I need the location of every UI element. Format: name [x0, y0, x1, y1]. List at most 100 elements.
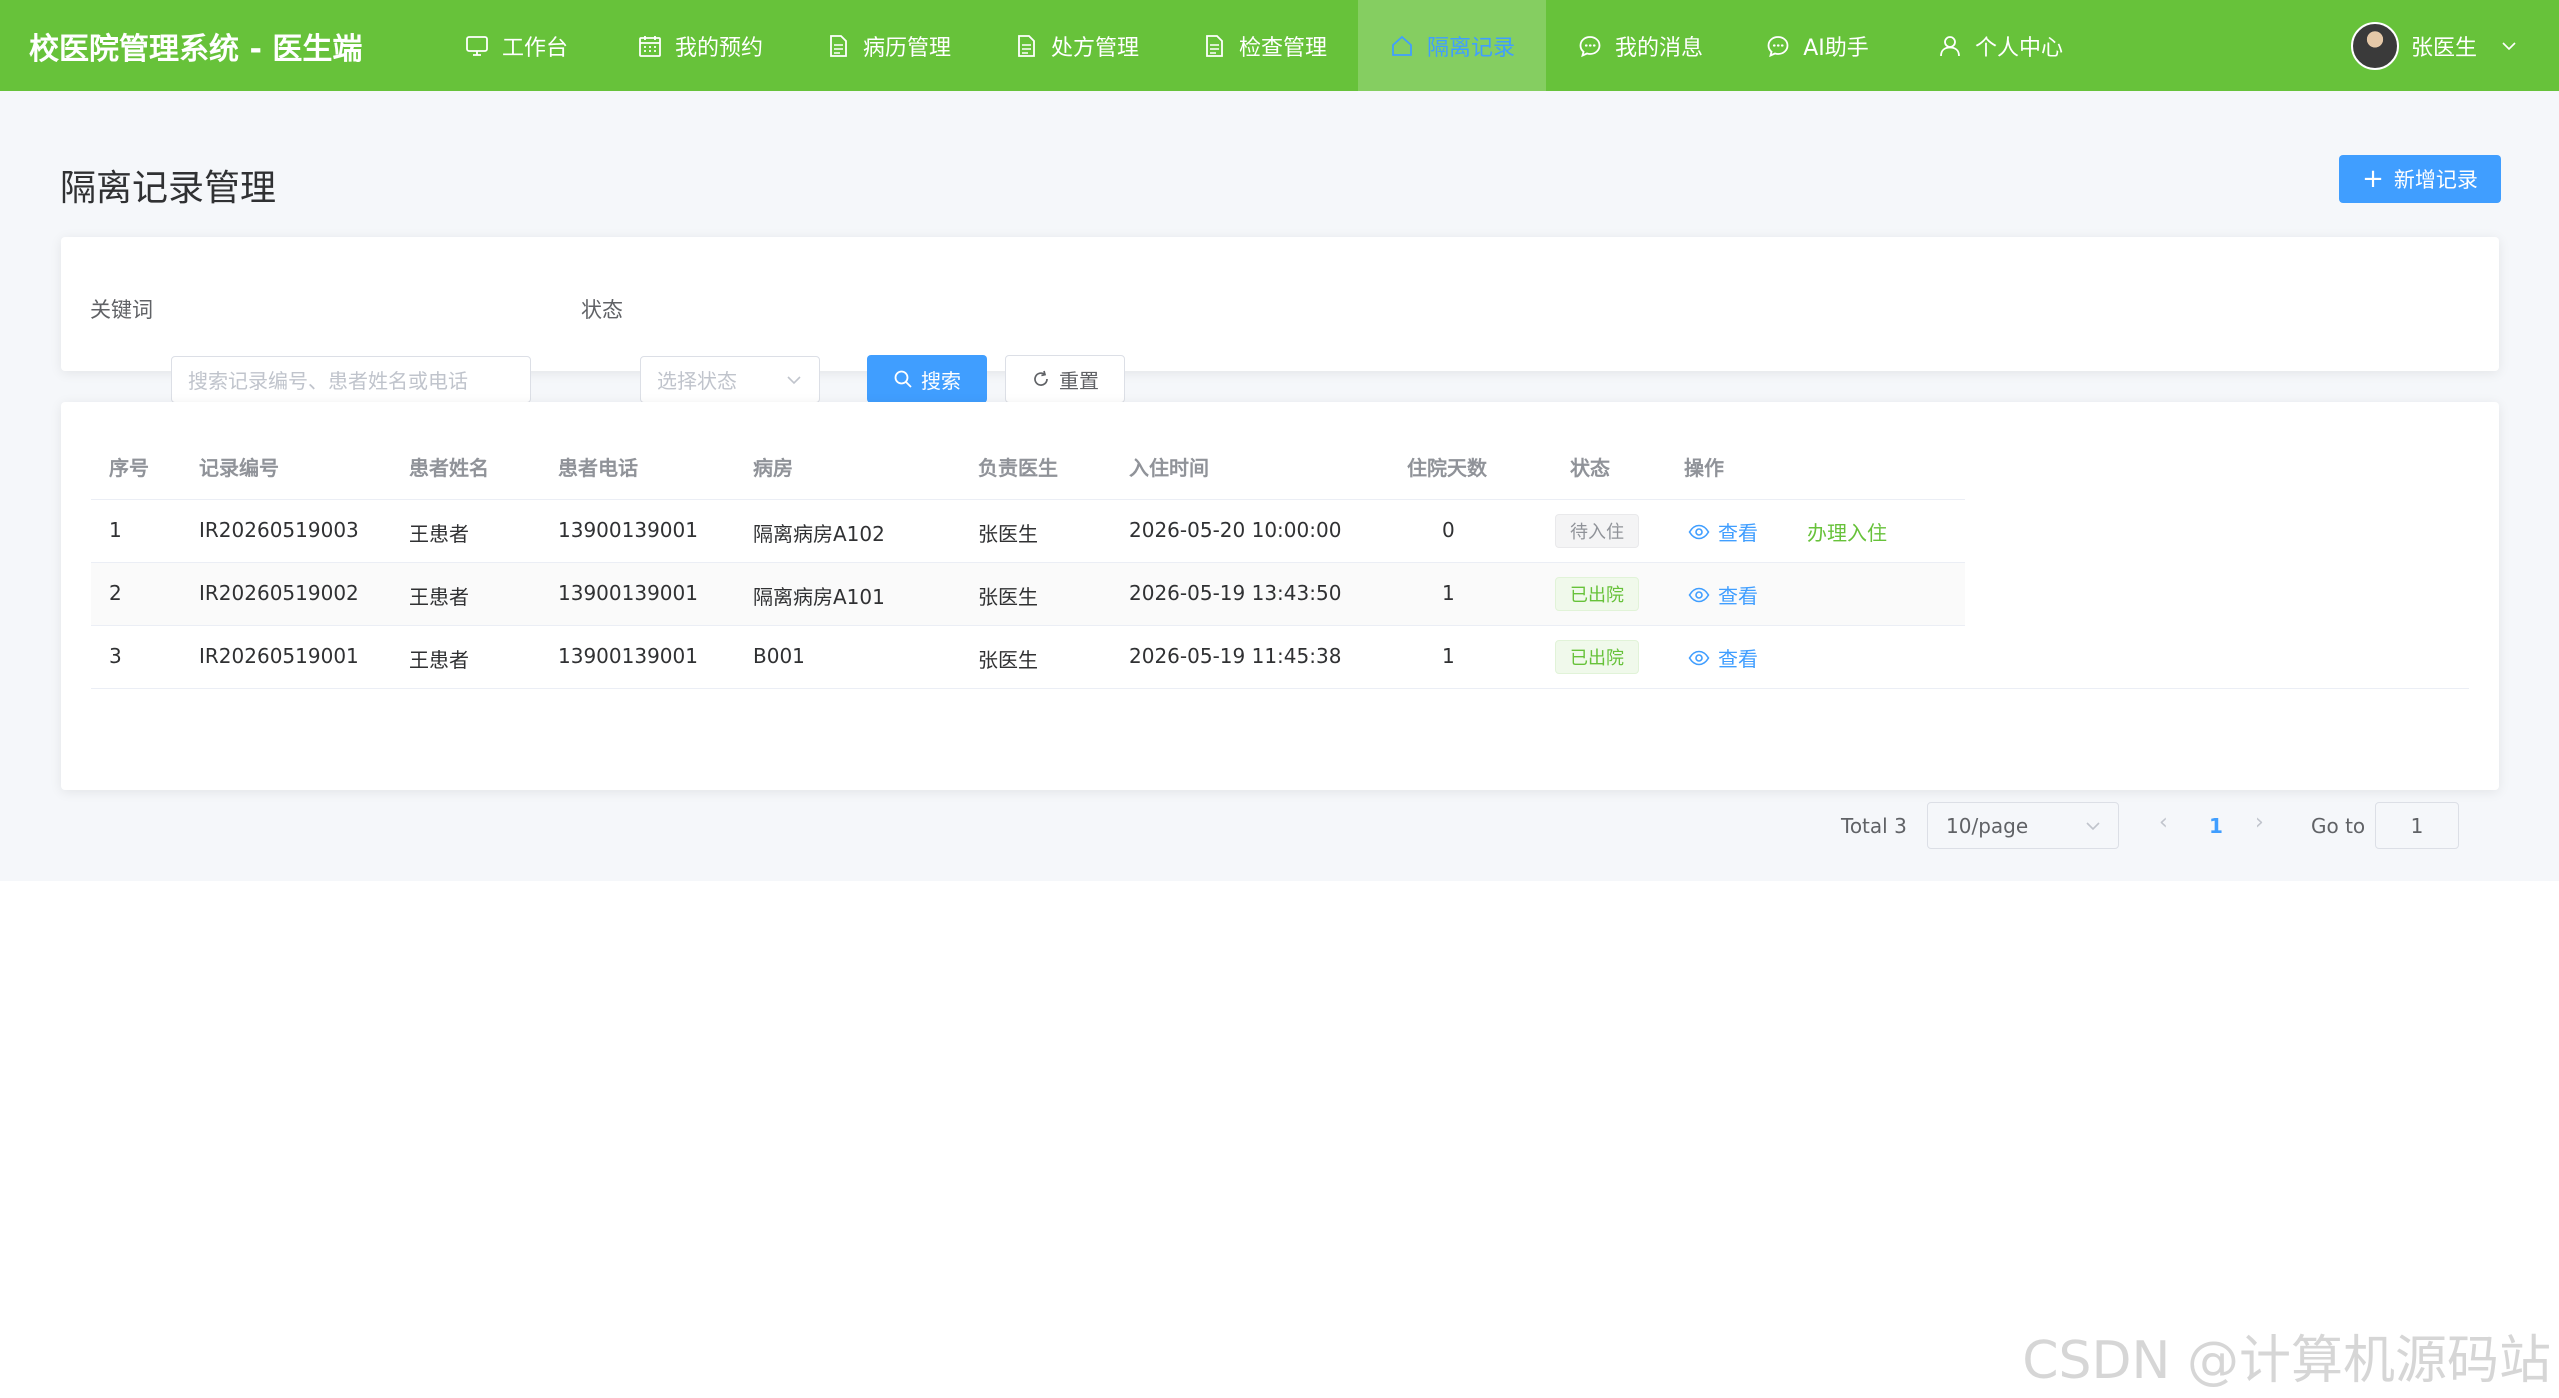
chat-icon [1765, 33, 1791, 59]
nav-item-1[interactable]: 工作台 [426, 0, 606, 91]
cell-phone: 13900139001 [558, 644, 698, 668]
cell-patient: 王患者 [409, 522, 469, 546]
status-badge: 已出院 [1555, 577, 1639, 611]
nav-item-8[interactable]: AI助手 [1734, 0, 1900, 91]
cell-doctor: 张医生 [978, 585, 1038, 609]
cell-record-no: IR20260519002 [199, 581, 359, 605]
user-menu[interactable]: 张医生 [2350, 0, 2519, 91]
cell-checkin: 2026-05-19 13:43:50 [1129, 581, 1342, 605]
cell-doctor: 张医生 [978, 522, 1038, 546]
page-title: 隔离记录管理 [60, 168, 277, 209]
prev-page-button[interactable]: ‹ [2159, 810, 2168, 835]
document-icon [825, 33, 851, 59]
view-button[interactable]: 查看 [1688, 517, 1758, 546]
row-divider [91, 625, 1965, 626]
nav-item-label: 病历管理 [862, 35, 951, 61]
add-record-label: 新增记录 [2393, 168, 2478, 192]
chat-icon [1577, 33, 1603, 59]
avatar[interactable] [2350, 21, 2399, 70]
next-page-button[interactable]: › [2255, 810, 2264, 835]
page-size-value: 10/page [1946, 813, 2029, 838]
cell-days: 0 [1442, 518, 1455, 542]
nav-item-4[interactable]: 处方管理 [982, 0, 1170, 91]
cell-record-no: IR20260519001 [199, 644, 359, 668]
status-label: 状态 [581, 298, 623, 322]
view-button[interactable]: 查看 [1688, 643, 1758, 672]
status-placeholder: 选择状态 [657, 369, 737, 393]
nav-item-2[interactable]: 我的预约 [606, 0, 794, 91]
view-label: 查看 [1718, 647, 1758, 671]
chevron-down-icon [2086, 822, 2100, 831]
add-record-button[interactable]: + 新增记录 [2339, 155, 2501, 203]
watermark: CSDN @计算机源码站 [2022, 1331, 2551, 1391]
status-badge: 已出院 [1555, 640, 1639, 674]
keyword-input[interactable]: 搜索记录编号、患者姓名或电话 [171, 356, 531, 403]
top-navbar: 校医院管理系统 - 医生端 工作台 我的预约 病历管理 处方管理 检查管理 隔离记录 我的消… [0, 0, 2559, 91]
nav-item-label: 隔离记录 [1426, 35, 1515, 61]
nav-item-label: 我的消息 [1614, 35, 1703, 61]
cell-record-no: IR20260519003 [199, 518, 359, 542]
col-patient-header: 患者姓名 [409, 456, 489, 480]
nav-item-9[interactable]: 个人中心 [1900, 0, 2100, 91]
nav-item-3[interactable]: 病历管理 [794, 0, 982, 91]
page-number[interactable]: 1 [2209, 814, 2223, 838]
cell-doctor: 张医生 [978, 648, 1038, 672]
view-button[interactable]: 查看 [1688, 580, 1758, 609]
nav-item-label: 工作台 [501, 35, 568, 61]
cell-ward: 隔离病房A102 [753, 522, 885, 546]
cell-checkin: 2026-05-20 10:00:00 [1129, 518, 1342, 542]
cell-ward: B001 [753, 644, 805, 668]
goto-value: 1 [2410, 813, 2424, 838]
cell-phone: 13900139001 [558, 581, 698, 605]
keyword-label: 关键词 [90, 298, 153, 322]
col-actions-header: 操作 [1684, 456, 1724, 480]
nav-item-label: 我的预约 [674, 35, 763, 61]
goto-label: Go to [2311, 814, 2366, 838]
home-icon [1389, 33, 1415, 59]
status-select[interactable]: 选择状态 [640, 356, 820, 403]
cell-ward: 隔离病房A101 [753, 585, 885, 609]
view-label: 查看 [1718, 584, 1758, 608]
calendar-icon [637, 33, 663, 59]
cell-patient: 王患者 [409, 585, 469, 609]
col-checkin-header: 入住时间 [1129, 456, 1209, 480]
reset-label: 重置 [1059, 368, 1099, 393]
main-content: 隔离记录管理 + 新增记录 关键词 搜索记录编号、患者姓名或电话 状态 选择状态… [0, 91, 2559, 881]
col-index-header: 序号 [109, 456, 149, 480]
chevron-down-icon [787, 376, 801, 385]
cell-days: 1 [1442, 644, 1455, 668]
reset-button[interactable]: 重置 [1005, 355, 1125, 403]
chevron-down-icon [2502, 41, 2516, 50]
nav-item-5[interactable]: 检查管理 [1170, 0, 1358, 91]
search-button[interactable]: 搜索 [867, 355, 987, 403]
col-status-header: 状态 [1570, 456, 1610, 480]
nav-item-6[interactable]: 隔离记录 [1358, 0, 1546, 91]
search-icon [894, 370, 912, 388]
col-days-header: 住院天数 [1407, 456, 1487, 480]
eye-icon [1688, 524, 1710, 539]
eye-icon [1688, 587, 1710, 602]
page-size-select[interactable]: 10/page [1927, 802, 2119, 849]
status-badge: 待入住 [1555, 514, 1639, 548]
cell-index: 3 [109, 644, 122, 668]
nav-item-7[interactable]: 我的消息 [1546, 0, 1734, 91]
goto-page-input[interactable]: 1 [2375, 802, 2459, 849]
document-icon [1201, 33, 1227, 59]
app-title: 校医院管理系统 - 医生端 [29, 31, 363, 67]
eye-icon [1688, 650, 1710, 665]
admit-button[interactable]: 办理入住 [1807, 517, 1887, 546]
refresh-icon [1034, 370, 1048, 386]
nav-item-label: AI助手 [1803, 35, 1869, 61]
monitor-icon [464, 33, 490, 59]
user-name[interactable]: 张医生 [2411, 30, 2477, 62]
pagination-total: Total 3 [1841, 814, 1907, 838]
row-divider [91, 688, 2469, 689]
cell-index: 1 [109, 518, 122, 542]
document-icon [1013, 33, 1039, 59]
user-icon [1937, 33, 1963, 59]
col-phone-header: 患者电话 [558, 456, 638, 480]
keyword-placeholder: 搜索记录编号、患者姓名或电话 [188, 369, 468, 393]
col-ward-header: 病房 [753, 456, 793, 480]
cell-checkin: 2026-05-19 11:45:38 [1129, 644, 1342, 668]
view-label: 查看 [1718, 521, 1758, 545]
